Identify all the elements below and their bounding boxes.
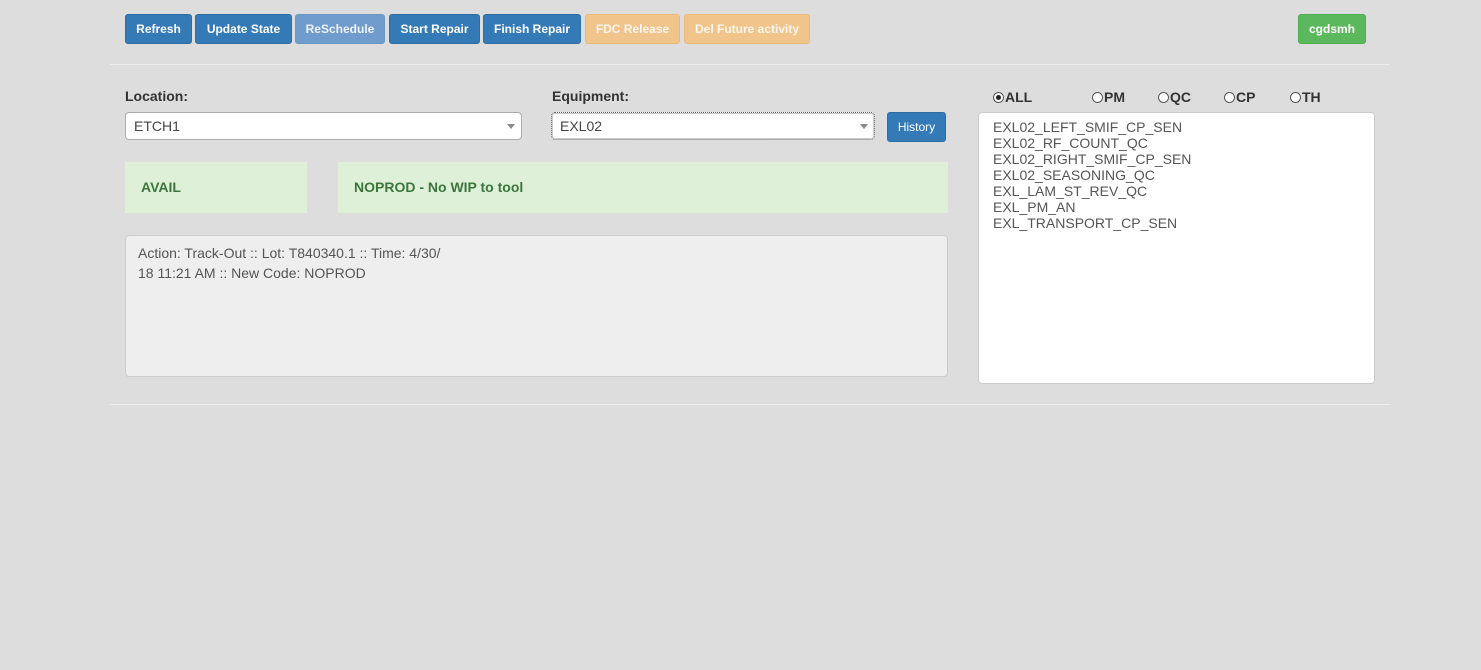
list-item[interactable]: EXL_LAM_ST_REV_QC bbox=[993, 183, 1360, 199]
list-item[interactable]: EXL02_RF_COUNT_QC bbox=[993, 135, 1360, 151]
user-button[interactable]: cgdsmh bbox=[1298, 14, 1366, 44]
location-value: ETCH1 bbox=[134, 118, 180, 134]
location-select[interactable]: ETCH1 bbox=[125, 112, 522, 140]
log-line: Action: Track-Out :: Lot: T840340.1 :: T… bbox=[138, 245, 441, 261]
filter-radio-cp[interactable]: CP bbox=[1224, 89, 1255, 105]
state-text: AVAIL bbox=[141, 179, 181, 195]
filter-label: ALL bbox=[1005, 89, 1033, 105]
filter-label: CP bbox=[1236, 89, 1256, 105]
del-future-activity-button[interactable]: Del Future activity bbox=[684, 14, 810, 44]
update-state-button[interactable]: Update State bbox=[195, 14, 292, 44]
filter-radio-pm[interactable]: PM bbox=[1092, 89, 1125, 105]
filter-label: PM bbox=[1104, 89, 1125, 105]
finish-repair-button[interactable]: Finish Repair bbox=[483, 14, 581, 44]
filter-radio-all[interactable]: ALL bbox=[993, 89, 1032, 105]
filter-label: QC bbox=[1170, 89, 1191, 105]
filter-radio-qc[interactable]: QC bbox=[1158, 89, 1191, 105]
chevron-down-icon bbox=[507, 124, 515, 129]
list-item[interactable]: EXL_TRANSPORT_CP_SEN bbox=[993, 215, 1360, 231]
code-message-text: NOPROD - No WIP to tool bbox=[354, 179, 524, 195]
history-button[interactable]: History bbox=[887, 112, 946, 142]
radio-checked-icon bbox=[993, 91, 1004, 103]
refresh-button[interactable]: Refresh bbox=[125, 14, 192, 44]
reschedule-button[interactable]: ReSchedule bbox=[295, 14, 385, 44]
log-line: 18 11:21 AM :: New Code: NOPROD bbox=[138, 265, 366, 281]
list-item[interactable]: EXL_PM_AN bbox=[993, 199, 1360, 215]
radio-icon bbox=[1224, 91, 1235, 103]
location-label: Location: bbox=[125, 88, 188, 104]
bottom-divider bbox=[110, 404, 1390, 405]
chevron-down-icon bbox=[860, 124, 868, 129]
equipment-label: Equipment: bbox=[552, 88, 629, 104]
equipment-select[interactable]: EXL02 bbox=[551, 112, 875, 140]
list-item[interactable]: EXL02_SEASONING_QC bbox=[993, 167, 1360, 183]
start-repair-button[interactable]: Start Repair bbox=[389, 14, 480, 44]
equipment-value: EXL02 bbox=[560, 118, 603, 134]
state-badge: AVAIL bbox=[125, 162, 307, 213]
radio-icon bbox=[1158, 91, 1169, 103]
fdc-release-button[interactable]: FDC Release bbox=[585, 14, 680, 44]
radio-icon bbox=[1092, 91, 1103, 103]
code-message-box: NOPROD - No WIP to tool bbox=[338, 162, 948, 213]
radio-icon bbox=[1290, 91, 1301, 103]
list-item[interactable]: EXL02_RIGHT_SMIF_CP_SEN bbox=[993, 151, 1360, 167]
top-divider bbox=[110, 64, 1390, 65]
page: Refresh Update State ReSchedule Start Re… bbox=[0, 0, 1481, 670]
activity-log: Action: Track-Out :: Lot: T840340.1 :: T… bbox=[125, 235, 948, 377]
filter-label: TH bbox=[1302, 89, 1321, 105]
list-item[interactable]: EXL02_LEFT_SMIF_CP_SEN bbox=[993, 119, 1360, 135]
activity-listbox[interactable]: EXL02_LEFT_SMIF_CP_SEN EXL02_RF_COUNT_QC… bbox=[978, 112, 1375, 384]
filter-radio-th[interactable]: TH bbox=[1290, 89, 1321, 105]
